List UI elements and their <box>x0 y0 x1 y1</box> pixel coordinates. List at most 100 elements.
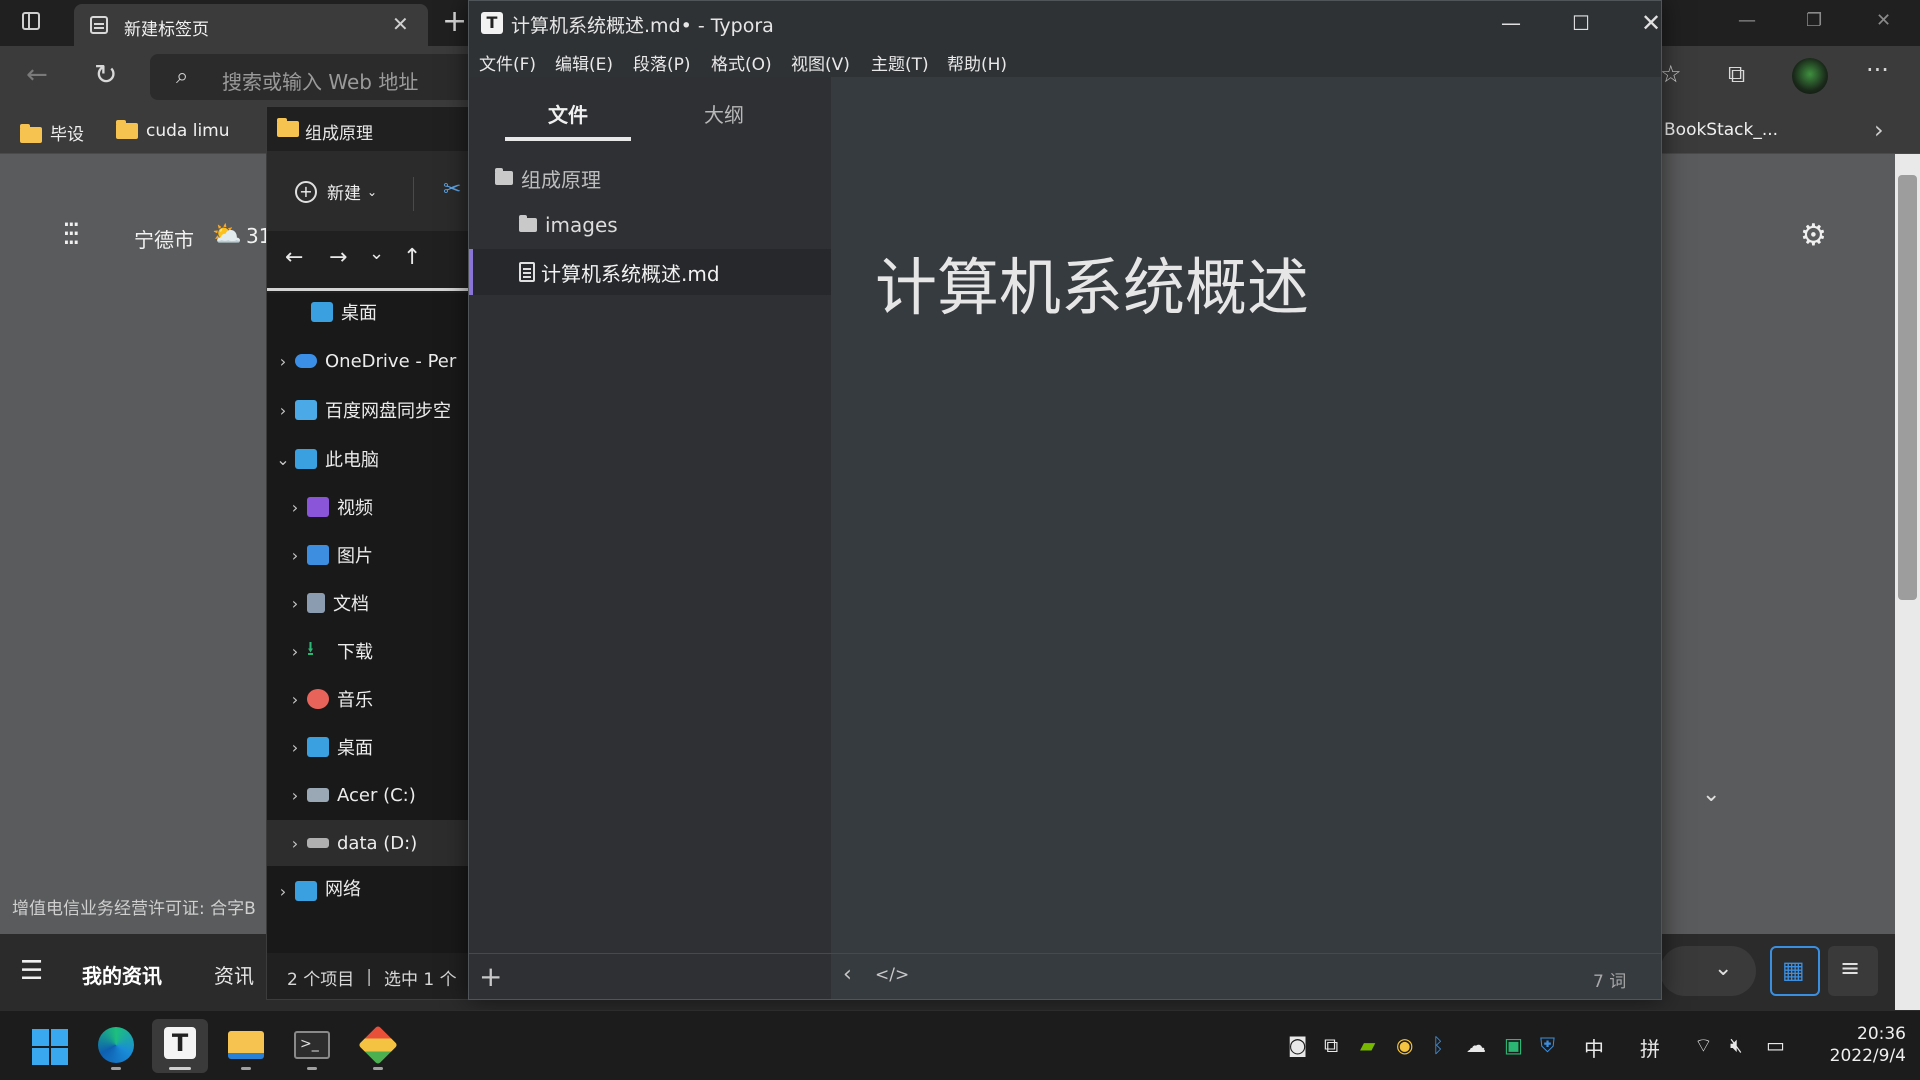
volume-muted-icon[interactable]: 🔇︎ <box>1730 1033 1743 1057</box>
wifi-icon[interactable]: ⌔ <box>1694 1033 1713 1058</box>
bookmark-folder-biye[interactable]: 毕设 <box>20 120 84 145</box>
feed-tab-my-news[interactable]: 我的资讯 <box>82 960 162 989</box>
more-options-icon[interactable]: ··· <box>1866 56 1889 84</box>
close-button[interactable]: ✕ <box>1623 7 1679 39</box>
page-settings-gear-icon[interactable]: ⚙ <box>1800 218 1827 253</box>
refresh-icon[interactable]: ↻ <box>94 58 117 91</box>
maximize-button[interactable]: ☐ <box>1553 7 1609 39</box>
chevron-right-icon[interactable]: › <box>283 690 307 709</box>
toggle-sidebar-chevron-icon[interactable]: ‹ <box>843 962 852 987</box>
menu-paragraph[interactable]: 段落(P) <box>633 50 691 75</box>
battery-icon[interactable]: ▭ <box>1766 1033 1785 1057</box>
tree-item-baidu-netdisk[interactable]: › 百度网盘同步空 <box>267 387 469 433</box>
document-heading[interactable]: 计算机系统概述 <box>875 237 1309 327</box>
chevron-right-icon[interactable]: › <box>271 401 295 420</box>
tree-item-this-pc[interactable]: ⌄ 此电脑 <box>267 436 469 482</box>
scroll-down-chevron-icon[interactable]: ⌄ <box>1702 782 1720 807</box>
profile-avatar[interactable] <box>1792 58 1828 94</box>
chevron-right-icon[interactable]: › <box>283 834 307 853</box>
ime-language[interactable]: 中 <box>1584 1033 1604 1062</box>
tree-item-videos[interactable]: › 视频 <box>267 484 469 530</box>
tree-item-desktop[interactable]: › 桌面 <box>267 724 469 770</box>
tree-item-pictures[interactable]: › 图片 <box>267 532 469 578</box>
browser-restore-button[interactable]: ❐ <box>1806 10 1822 31</box>
menu-file[interactable]: 文件(F) <box>479 50 536 75</box>
tray-camera-icon[interactable]: ◙ <box>1288 1033 1307 1057</box>
menu-themes[interactable]: 主题(T) <box>871 50 929 75</box>
weather-location[interactable]: 宁德市 <box>134 224 194 253</box>
taskbar-git-app[interactable] <box>350 1019 406 1073</box>
page-scrollbar-thumb[interactable] <box>1898 175 1917 600</box>
feed-menu-icon[interactable]: ☰ <box>20 956 43 986</box>
ime-mode[interactable]: 拼 <box>1640 1033 1660 1062</box>
taskbar-terminal[interactable]: >_ <box>284 1019 340 1073</box>
back-arrow-icon[interactable]: ← <box>285 245 303 270</box>
bookmark-folder-cuda[interactable]: cuda limu <box>116 120 230 141</box>
taskbar-file-explorer[interactable] <box>218 1019 274 1073</box>
tree-item-onedrive[interactable]: › OneDrive - Per <box>267 338 469 384</box>
tray-onedrive-icon[interactable]: ☁ <box>1466 1033 1486 1057</box>
chevron-right-icon[interactable]: › <box>271 882 295 901</box>
back-arrow-icon[interactable]: ← <box>26 60 48 90</box>
forward-arrow-icon[interactable]: → <box>329 245 347 270</box>
tree-item-desktop-top[interactable]: 桌面 <box>267 289 469 335</box>
menu-help[interactable]: 帮助(H) <box>947 50 1007 75</box>
tree-file-active[interactable]: 计算机系统概述.md <box>469 249 831 295</box>
tray-nvidia-icon[interactable]: ▰ <box>1360 1033 1375 1057</box>
favorites-icon[interactable]: ☆ <box>1660 60 1682 88</box>
tree-item-downloads[interactable]: › ⭳ 下载 <box>267 628 469 674</box>
editor-area[interactable]: 计算机系统概述 <box>831 77 1661 953</box>
apps-launcher-icon[interactable]: ··· ··· ··· <box>62 211 81 257</box>
browser-minimize-button[interactable]: — <box>1738 10 1756 31</box>
list-view-button[interactable]: ≡ <box>1828 946 1878 996</box>
tree-folder-root[interactable]: 组成原理 <box>469 155 831 201</box>
menu-view[interactable]: 视图(V) <box>791 50 850 75</box>
chevron-right-icon[interactable]: › <box>283 498 307 517</box>
bookmark-bookstack[interactable]: BookStack_... <box>1664 120 1778 140</box>
menu-edit[interactable]: 编辑(E) <box>555 50 613 75</box>
minimize-button[interactable]: — <box>1483 7 1539 39</box>
word-count[interactable]: 7 词 <box>1593 967 1626 992</box>
address-bar[interactable]: ⌕ 搜索或输入 Web 地址 <box>150 54 490 100</box>
chevron-down-icon[interactable]: ⌄ <box>271 450 295 469</box>
tab-outline[interactable]: 大纲 <box>661 99 787 128</box>
feed-dropdown-button[interactable]: ⌄ <box>1660 946 1756 996</box>
chevron-right-icon[interactable]: › <box>283 786 307 805</box>
bookmarks-more-chevron-icon[interactable]: › <box>1874 116 1884 144</box>
new-tab-button[interactable]: + <box>442 4 467 39</box>
tab-actions-icon[interactable] <box>22 12 40 30</box>
grid-view-button[interactable]: ▦ <box>1770 946 1820 996</box>
up-arrow-icon[interactable]: ↑ <box>403 245 421 270</box>
taskbar-typora[interactable]: T <box>152 1019 208 1073</box>
tray-wechat-icon[interactable]: ▣ <box>1504 1033 1523 1057</box>
browser-tab-new-tab[interactable]: 新建标签页 ✕ <box>74 4 428 46</box>
close-tab-icon[interactable]: ✕ <box>392 12 409 36</box>
new-item-button[interactable]: + 新建 ⌄ <box>295 179 377 204</box>
add-file-button[interactable]: + <box>479 960 502 993</box>
tree-item-network[interactable]: › 网络 <box>267 871 469 901</box>
chevron-right-icon[interactable]: › <box>283 594 307 613</box>
recent-locations-chevron-icon[interactable]: ⌄ <box>369 243 384 264</box>
tray-copy-icon[interactable]: ⧉ <box>1324 1033 1338 1057</box>
tray-bluetooth-icon[interactable]: ᛒ <box>1432 1033 1444 1057</box>
tree-item-documents[interactable]: › 文档 <box>267 580 469 626</box>
tray-security-shield-icon[interactable]: ⛨ <box>1540 1033 1555 1057</box>
cut-scissors-icon[interactable]: ✂ <box>443 177 461 202</box>
tree-item-music[interactable]: › 音乐 <box>267 676 469 722</box>
chevron-right-icon[interactable]: › <box>283 642 307 661</box>
tree-item-drive-d[interactable]: › data (D:) <box>267 820 469 866</box>
taskbar-edge[interactable] <box>88 1019 144 1073</box>
collections-icon[interactable]: ⧉ <box>1728 60 1745 88</box>
source-code-mode-icon[interactable]: </> <box>875 965 909 985</box>
menu-format[interactable]: 格式(O) <box>711 50 772 75</box>
chevron-right-icon[interactable]: › <box>271 352 295 371</box>
tree-item-drive-c[interactable]: › Acer (C:) <box>267 772 469 818</box>
tray-chrome-icon[interactable]: ◉ <box>1396 1033 1413 1057</box>
clock[interactable]: 20:36 2022/9/4 <box>1816 1023 1906 1067</box>
feed-tab-news[interactable]: 资讯 <box>214 960 254 989</box>
browser-close-button[interactable]: ✕ <box>1876 10 1891 31</box>
chevron-right-icon[interactable]: › <box>283 738 307 757</box>
chevron-right-icon[interactable]: › <box>283 546 307 565</box>
tab-files[interactable]: 文件 <box>505 99 631 128</box>
tree-folder-images[interactable]: images <box>469 202 831 248</box>
